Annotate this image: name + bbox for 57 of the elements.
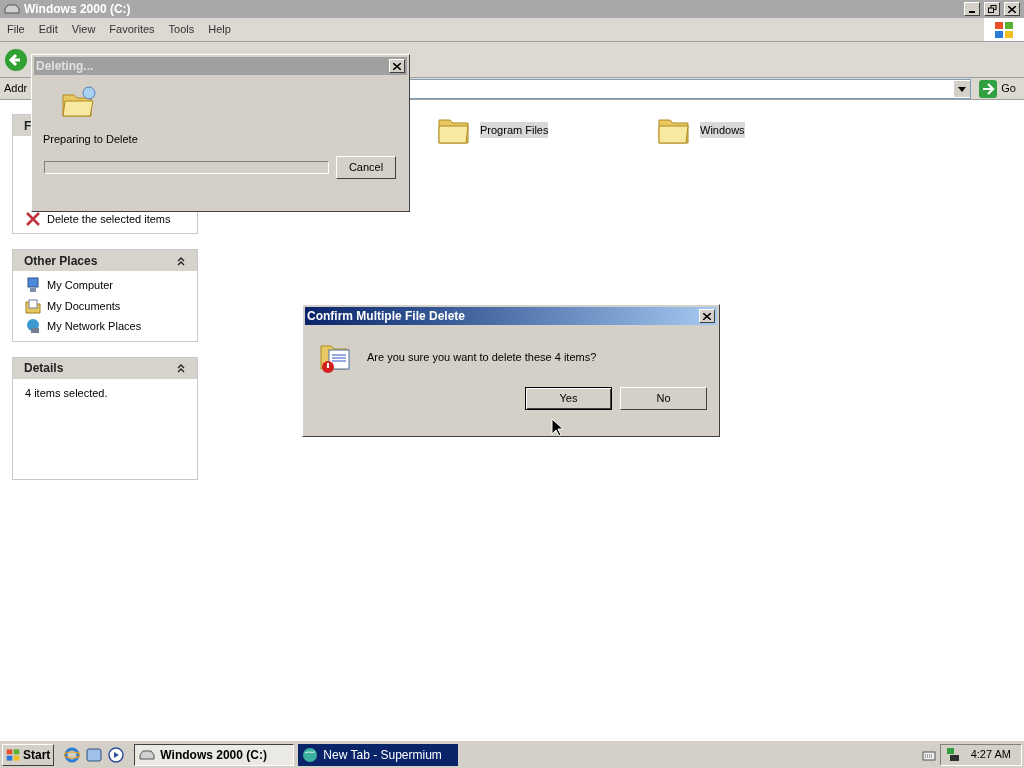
menu-item[interactable]: View — [65, 21, 102, 38]
details-text: 4 items selected. — [25, 385, 109, 401]
panel-title: Details — [24, 360, 64, 377]
menu-item[interactable]: File — [1, 21, 31, 38]
drive-icon — [139, 748, 156, 761]
taskbar-button[interactable]: Windows 2000 (C:) — [134, 743, 295, 766]
collapse-chevron-icon[interactable] — [176, 255, 186, 266]
minimize-button[interactable] — [964, 2, 980, 16]
network-icon — [25, 318, 41, 335]
taskbar-button[interactable]: New Tab - Supermium — [298, 743, 459, 766]
windows-flag-icon — [994, 20, 1014, 39]
dialog-title: Deleting... — [36, 58, 94, 75]
collapse-chevron-icon[interactable] — [176, 363, 186, 373]
documents-folder-icon — [25, 297, 41, 314]
folder-label[interactable]: Windows — [700, 121, 745, 139]
network-icon[interactable] — [944, 746, 961, 763]
computer-icon — [25, 277, 41, 294]
restore-icon — [987, 5, 997, 13]
menu-item[interactable]: Favorites — [103, 21, 161, 38]
windows-flag-icon — [6, 747, 20, 762]
media-play-icon[interactable] — [108, 746, 125, 763]
address-label: Addr — [4, 81, 28, 97]
close-icon — [1008, 5, 1016, 13]
window-title: Windows 2000 (C:) — [24, 1, 131, 18]
dialog-button[interactable]: Yes — [525, 387, 612, 410]
globe-icon — [302, 746, 319, 763]
confirm-message: Are you sure you want to delete these 4 items? — [367, 349, 597, 365]
menu-item[interactable]: Tools — [162, 21, 201, 38]
task-link[interactable]: My Network Places — [47, 318, 142, 335]
go-arrow-icon — [979, 79, 998, 98]
delete-icon — [25, 210, 41, 227]
task-link[interactable]: My Documents — [47, 297, 121, 314]
minimize-icon — [969, 11, 975, 13]
clock: 4:27 AM — [970, 747, 1011, 763]
start-button[interactable]: Start — [2, 743, 55, 766]
close-icon — [703, 312, 711, 320]
menu-item[interactable]: Edit — [32, 21, 64, 38]
cancel-button[interactable]: Cancel — [336, 155, 396, 179]
close-button[interactable] — [699, 309, 715, 323]
close-button[interactable] — [1004, 2, 1020, 16]
keyboard-icon — [921, 748, 936, 761]
close-button[interactable] — [389, 59, 405, 73]
menu-item[interactable]: Help — [202, 21, 237, 38]
go-button[interactable]: Go — [975, 79, 1020, 98]
status-text: Preparing to Delete — [43, 132, 139, 147]
desktop-icon[interactable] — [86, 746, 103, 763]
close-icon — [393, 62, 401, 70]
task-link[interactable]: My Computer — [47, 277, 114, 294]
folder-label[interactable]: Program Files — [480, 121, 549, 139]
dialog-title: Confirm Multiple File Delete — [307, 308, 465, 325]
restore-button[interactable] — [984, 2, 1000, 16]
panel-title: Other Places — [24, 252, 98, 270]
drive-icon — [4, 3, 20, 15]
dialog-button[interactable]: No — [620, 387, 707, 410]
task-link[interactable]: Delete the selected items — [47, 210, 171, 227]
browser-e-icon[interactable] — [64, 746, 81, 763]
panel-title: F — [24, 117, 32, 135]
